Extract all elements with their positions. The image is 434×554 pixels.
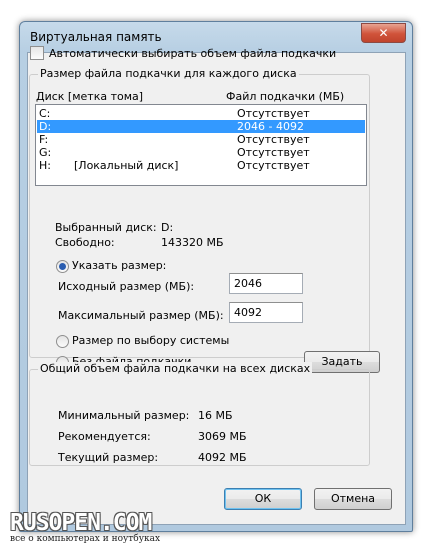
drive-column-header: Диск [метка тома] (36, 90, 144, 103)
drive-row-d[interactable]: D: 2046 - 4092 (37, 120, 365, 133)
selected-disk-label: Выбранный диск: (55, 221, 157, 234)
watermark-logo: RUSOPEN.COM (10, 510, 152, 536)
drive-row-f[interactable]: F: Отсутствует (37, 133, 365, 146)
max-size-input[interactable]: 4092 (229, 302, 303, 323)
drive-paging-size: Отсутствует (237, 107, 310, 120)
drive-paging-size: Отсутствует (237, 133, 310, 146)
recommended-size-label: Рекомендуется: (58, 430, 151, 443)
initial-size-input[interactable]: 2046 (229, 273, 303, 294)
drive-letter: H: (39, 159, 51, 172)
drive-list[interactable]: C: Отсутствует D: 2046 - 4092 F: Отсутст… (35, 104, 367, 186)
ok-button[interactable]: ОК (224, 488, 302, 510)
drive-row-h[interactable]: H: [Локальный диск] Отсутствует (37, 159, 365, 172)
drive-letter: D: (39, 120, 52, 133)
auto-manage-label: Автоматически выбирать объем файла подка… (49, 46, 337, 60)
initial-size-label: Исходный размер (МБ): (58, 280, 195, 293)
minimum-size-label: Минимальный размер: (58, 409, 190, 422)
window-title: Виртуальная память (30, 30, 162, 44)
current-size-value: 4092 МБ (198, 451, 247, 464)
drive-row-c[interactable]: C: Отсутствует (37, 107, 365, 120)
selected-disk-value: D: (161, 221, 174, 234)
paging-file-column-header: Файл подкачки (МБ) (226, 90, 345, 103)
system-managed-label: Размер по выбору системы (72, 334, 230, 347)
drive-paging-size: Отсутствует (237, 159, 310, 172)
drive-paging-size: Отсутствует (237, 146, 310, 159)
watermark-tagline: все о компьютерах и ноутбуках (10, 534, 161, 544)
free-space-label: Свободно: (55, 236, 115, 249)
custom-size-label: Указать размер: (72, 259, 167, 272)
drive-row-g[interactable]: G: Отсутствует (37, 146, 365, 159)
drive-letter: G: (39, 146, 52, 159)
drive-label: [Локальный диск] (74, 159, 179, 172)
watermark: RUSOPEN.COM все о компьютерах и ноутбука… (10, 510, 160, 544)
cancel-button[interactable]: Отмена (314, 488, 392, 510)
max-size-label: Максимальный размер (МБ): (58, 309, 224, 322)
drive-paging-size: 2046 - 4092 (237, 120, 304, 133)
system-managed-radio[interactable] (56, 335, 69, 348)
custom-size-radio[interactable] (56, 260, 69, 273)
drive-letter: F: (39, 133, 49, 146)
drive-letter: C: (39, 107, 51, 120)
auto-manage-checkbox[interactable] (30, 46, 44, 60)
current-size-label: Текущий размер: (58, 451, 159, 464)
free-space-value: 143320 МБ (161, 236, 224, 249)
auto-manage-checkbox-row[interactable]: Автоматически выбирать объем файла подка… (30, 46, 336, 60)
recommended-size-value: 3069 МБ (198, 430, 247, 443)
total-paging-group-title: Общий объем файла подкачки на всех диска… (38, 362, 313, 375)
close-button[interactable]: ✕ (361, 23, 406, 43)
minimum-size-value: 16 МБ (198, 409, 233, 422)
paging-size-group-title: Размер файла подкачки для каждого диска (38, 67, 299, 80)
